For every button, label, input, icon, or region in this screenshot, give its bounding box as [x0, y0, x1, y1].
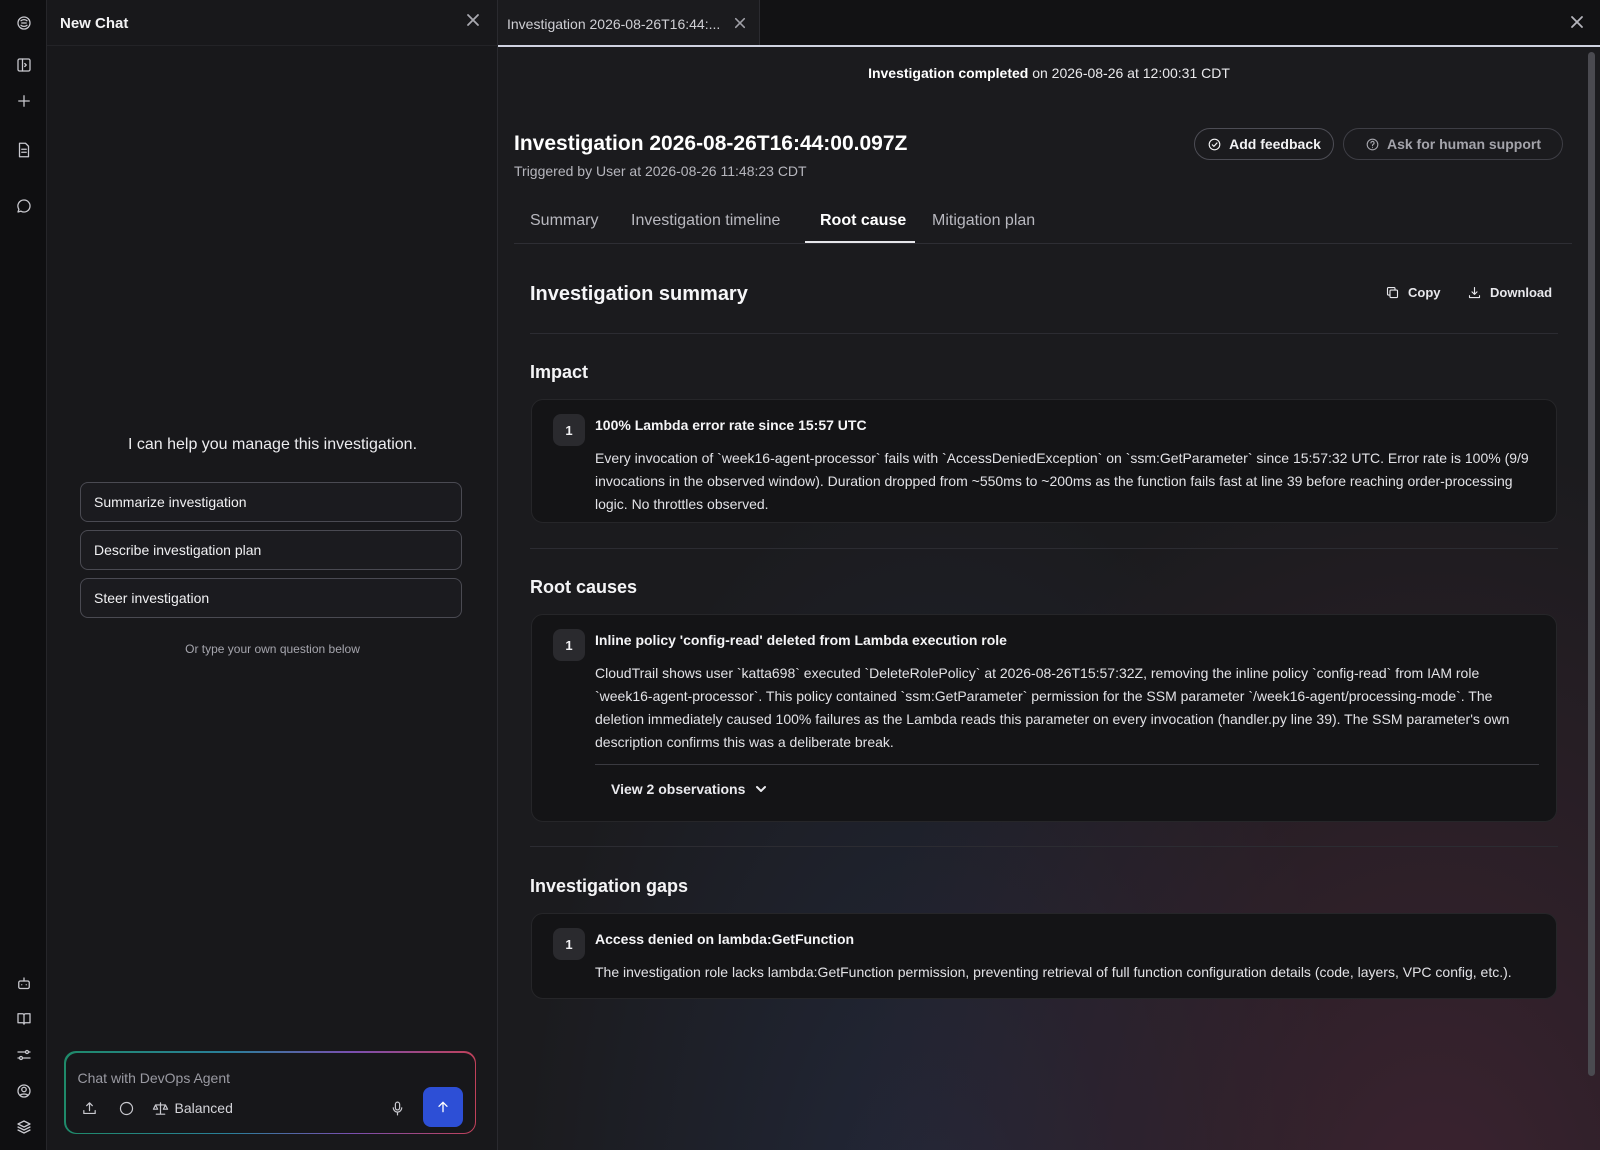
chat-panel: New Chat I can help you manage this inve… [47, 0, 498, 1150]
suggestion-summarize[interactable]: Summarize investigation [80, 482, 462, 522]
chat-input[interactable]: Chat with DevOps Agent [78, 1070, 231, 1086]
root-causes-heading: Root causes [530, 577, 638, 597]
status-bold: Investigation completed [868, 65, 1029, 81]
section-divider [530, 548, 1558, 549]
root-cause-body: CloudTrail shows user `katta698` execute… [595, 665, 1510, 750]
gap-title: Access denied on lambda:GetFunction [595, 931, 855, 947]
download-button[interactable]: Download [1467, 285, 1552, 300]
tab-investigation-timeline[interactable]: Investigation timeline [631, 212, 780, 230]
send-button[interactable] [422, 1086, 463, 1127]
user-circle-icon[interactable] [12, 1079, 36, 1103]
copy-icon [1386, 286, 1399, 299]
item-number-badge: 1 [553, 414, 585, 446]
chat-title: New Chat [60, 15, 129, 32]
page-subtitle: Triggered by User at 2026-08-26 11:48:23… [514, 163, 807, 179]
tab-mitigation-plan[interactable]: Mitigation plan [932, 212, 1035, 230]
close-panel-button[interactable] [1570, 15, 1586, 31]
chat-header: New Chat [47, 0, 498, 46]
investigation-panel: Investigation 2026-08-26T16:44:... Inves… [498, 0, 1600, 1150]
add-feedback-button[interactable]: Add feedback [1194, 128, 1334, 160]
balance-icon[interactable] [150, 1098, 172, 1120]
copy-button[interactable]: Copy [1385, 285, 1441, 300]
tab-indicator [498, 45, 1600, 47]
layers-icon[interactable] [12, 1115, 36, 1139]
human-support-button[interactable]: Ask for human support [1343, 128, 1563, 160]
impact-title: 100% Lambda error rate since 15:57 UTC [595, 417, 867, 433]
section-divider [530, 333, 1558, 334]
book-icon[interactable] [12, 1007, 36, 1031]
impact-heading: Impact [530, 362, 589, 382]
sliders-icon[interactable] [12, 1043, 36, 1067]
upload-icon [83, 1102, 96, 1115]
item-number-badge: 1 [553, 629, 585, 661]
root-cause-card: 1 Inline policy 'config-read' deleted fr… [531, 614, 1557, 822]
tab-root-cause[interactable]: Root cause [820, 212, 906, 230]
close-icon [467, 14, 479, 26]
impact-card: 1 100% Lambda error rate since 15:57 UTC… [531, 399, 1557, 523]
sidebar-toggle-icon[interactable] [12, 53, 36, 77]
active-tab-underline [805, 241, 915, 243]
tab-bar: Investigation 2026-08-26T16:44:... [498, 0, 1600, 47]
suggestion-steer[interactable]: Steer investigation [80, 578, 462, 618]
view-observations-button[interactable]: View 2 observations [611, 781, 767, 797]
logo-icon[interactable] [12, 11, 36, 35]
status-line: Investigation completed on 2026-08-26 at… [498, 65, 1600, 81]
close-icon [734, 17, 746, 29]
chat-intro: I can help you manage this investigation… [127, 436, 418, 453]
suggestion-describe-plan[interactable]: Describe investigation plan [80, 530, 462, 570]
download-icon [1468, 286, 1481, 299]
plus-icon[interactable] [12, 89, 36, 113]
tabs-divider [514, 243, 1572, 244]
tab-summary[interactable]: Summary [530, 212, 598, 230]
bot-icon[interactable] [12, 972, 36, 996]
section-title: Investigation summary [530, 283, 748, 305]
upload-button[interactable] [79, 1098, 101, 1120]
scrollbar[interactable] [1588, 52, 1595, 1076]
status-rest: on 2026-08-26 at 12:00:31 CDT [1028, 65, 1230, 81]
arrow-up-icon [437, 1101, 448, 1112]
close-tab-button[interactable] [734, 16, 748, 30]
root-cause-title: Inline policy 'config-read' deleted from… [595, 632, 1007, 648]
mode-selector[interactable]: Balanced [175, 1100, 233, 1116]
page-title: Investigation 2026-08-26T16:44:00.097Z [514, 132, 908, 155]
chevron-down-icon [756, 786, 767, 792]
card-divider [595, 764, 1539, 765]
close-icon [1571, 16, 1583, 28]
tab-label: Investigation 2026-08-26T16:44:... [507, 16, 721, 32]
left-rail [0, 0, 47, 1150]
status-circle-icon[interactable] [116, 1098, 138, 1120]
gaps-heading: Investigation gaps [530, 876, 689, 896]
close-chat-button[interactable] [466, 13, 486, 33]
microphone-button[interactable] [387, 1098, 409, 1120]
chat-composer: Chat with DevOps Agent Balanced [64, 1051, 476, 1134]
document-icon[interactable] [12, 138, 36, 162]
help-circle-icon [1366, 138, 1379, 150]
gap-card: 1 Access denied on lambda:GetFunction Th… [531, 913, 1557, 999]
tab-investigation[interactable]: Investigation 2026-08-26T16:44:... [498, 0, 760, 47]
chat-hint: Or type your own question below [185, 642, 360, 656]
section-divider [530, 846, 1558, 847]
microphone-icon [392, 1101, 403, 1116]
gap-body: The investigation role lacks lambda:GetF… [595, 964, 1512, 980]
item-number-badge: 1 [553, 928, 585, 960]
check-circle-icon [1208, 138, 1221, 150]
impact-body: Every invocation of `week16-agent-proces… [595, 450, 1529, 512]
chat-icon[interactable] [12, 194, 36, 218]
